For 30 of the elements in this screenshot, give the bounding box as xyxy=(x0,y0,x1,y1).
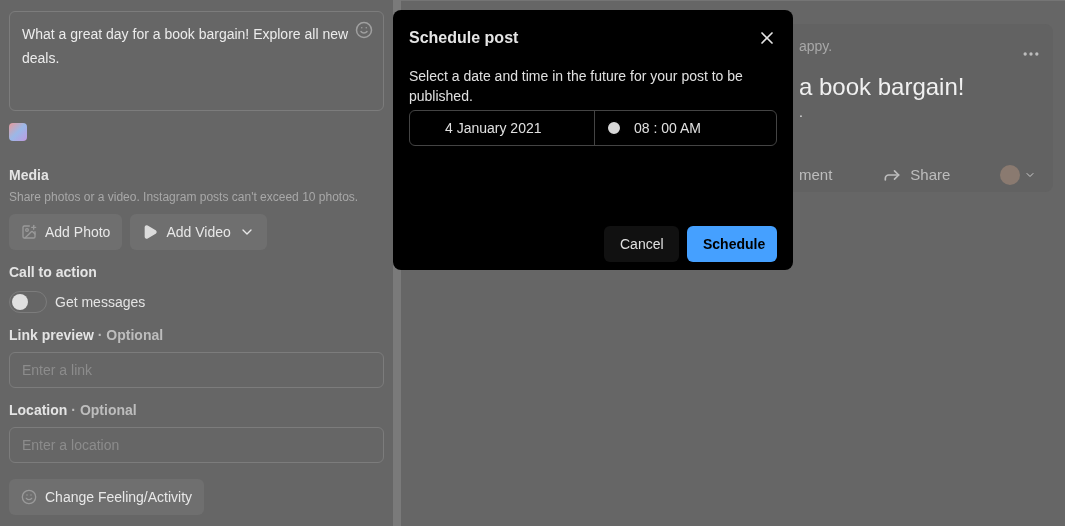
field-label: Location xyxy=(9,401,68,420)
add-video-button[interactable]: Add Video xyxy=(130,214,267,250)
field-label: Link preview xyxy=(9,326,94,345)
add-photo-button[interactable]: Add Photo xyxy=(9,214,123,250)
section-title: Call to action xyxy=(9,263,98,282)
post-headline: a book bargain! xyxy=(799,72,966,102)
feeling-icon xyxy=(21,489,37,505)
video-icon xyxy=(142,224,159,240)
post-text: . xyxy=(799,103,804,122)
text-format-icon[interactable] xyxy=(9,123,27,141)
share-button[interactable]: Share xyxy=(882,163,951,186)
emoji-icon[interactable] xyxy=(355,21,374,39)
photo-icon xyxy=(21,224,37,240)
post-text: What a great day for a book bargain! Explore all new deals. xyxy=(22,26,349,66)
optional-label: · Optional xyxy=(97,326,164,345)
dialog-description: Select a date and time in the future for your post to be published. xyxy=(409,67,744,106)
post-status: appy. xyxy=(799,37,833,56)
schedule-button[interactable]: Schedule xyxy=(687,226,777,262)
section-hint: Share photos or a video. Instagram posts can't exceed 10 photos. xyxy=(9,189,360,206)
time-picker[interactable]: 08 : 00 AM xyxy=(594,111,776,145)
date-picker[interactable]: 4 January 2021 xyxy=(410,111,594,145)
comment-button[interactable]: ment xyxy=(799,163,833,186)
toggle-label: Get messages xyxy=(55,292,146,312)
section-title: Media xyxy=(9,166,50,185)
post-text-field[interactable]: What a great day for a book bargain! Explore all new deals. xyxy=(9,11,385,111)
cancel-button[interactable]: Cancel xyxy=(604,226,679,262)
change-feeling-button[interactable]: Change Feeling/Activity xyxy=(9,479,205,515)
optional-label: · Optional xyxy=(71,401,137,420)
dialog-title: Schedule post xyxy=(409,28,519,48)
avatar[interactable] xyxy=(1000,164,1021,185)
